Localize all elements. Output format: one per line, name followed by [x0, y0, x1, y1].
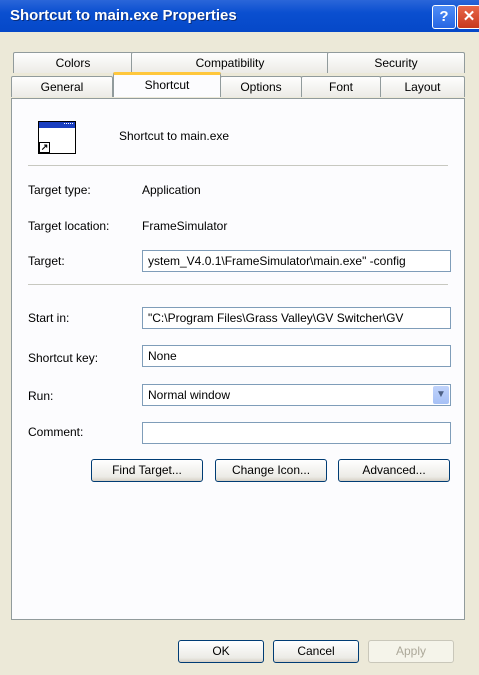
title-bar[interactable]: Shortcut to main.exe Properties ? ✕ [0, 0, 479, 32]
chevron-down-icon[interactable]: ▼ [433, 386, 449, 404]
cancel-button[interactable]: Cancel [273, 640, 359, 663]
target-label: Target: [28, 254, 65, 268]
start-in-label: Start in: [28, 311, 70, 325]
target-type-value: Application [142, 183, 201, 197]
target-location-value: FrameSimulator [142, 219, 228, 233]
close-icon[interactable]: ✕ [457, 5, 479, 29]
tab-font[interactable]: Font [301, 76, 381, 97]
shortcut-key-input[interactable]: None [142, 345, 451, 367]
properties-dialog: Shortcut to main.exe Properties ? ✕ Colo… [0, 0, 479, 675]
shortcut-name: Shortcut to main.exe [119, 129, 230, 143]
target-input[interactable]: ystem_V4.0.1\FrameSimulator\main.exe" -c… [142, 250, 451, 272]
tab-shortcut[interactable]: Shortcut [113, 72, 221, 97]
tab-colors[interactable]: Colors [13, 52, 133, 73]
tab-layout[interactable]: Layout [380, 76, 465, 97]
shortcut-arrow-icon: ↗ [39, 142, 50, 153]
shortcut-panel: ↗ Shortcut to main.exe Target type: Appl… [11, 98, 465, 620]
target-location-label: Target location: [28, 219, 110, 233]
run-select[interactable]: Normal window ▼ [142, 384, 451, 406]
shortcut-key-label: Shortcut key: [28, 351, 99, 365]
tab-compatibility[interactable]: Compatibility [131, 52, 329, 73]
tab-general[interactable]: General [11, 76, 113, 97]
application-window-icon: ↗ [38, 121, 76, 154]
ok-button[interactable]: OK [178, 640, 264, 663]
change-icon-button[interactable]: Change Icon... [215, 459, 327, 482]
run-label: Run: [28, 389, 54, 403]
find-target-button[interactable]: Find Target... [91, 459, 203, 482]
comment-label: Comment: [28, 425, 84, 439]
help-icon[interactable]: ? [432, 5, 456, 29]
target-type-label: Target type: [28, 183, 91, 197]
separator [28, 165, 448, 166]
start-in-input[interactable]: "C:\Program Files\Grass Valley\GV Switch… [142, 307, 451, 329]
apply-button[interactable]: Apply [368, 640, 454, 663]
run-select-value: Normal window [148, 388, 231, 402]
advanced-button[interactable]: Advanced... [338, 459, 450, 482]
separator [28, 284, 448, 285]
tab-security[interactable]: Security [327, 52, 465, 73]
window-title: Shortcut to main.exe Properties [10, 7, 237, 24]
comment-input[interactable] [142, 422, 451, 444]
tab-options[interactable]: Options [220, 76, 302, 97]
